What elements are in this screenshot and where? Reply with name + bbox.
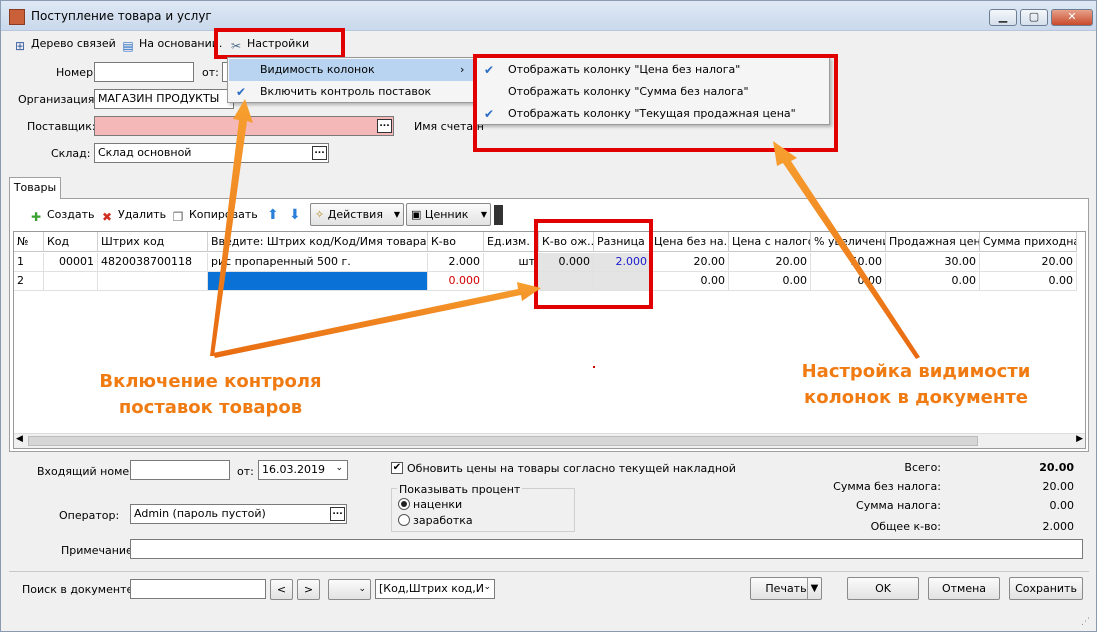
date-picker[interactable]: 16.03.2019 ⌄ [258,460,348,480]
annotation-supply-control: Включение контроля поставок товаров [93,369,328,421]
stray-dot [593,366,595,368]
markup-radio[interactable] [398,498,410,510]
profit-radio[interactable] [398,514,410,526]
search-field-value: [Код,Штрих код,И [379,582,484,595]
print-dropdown-icon[interactable]: ▼ [807,578,821,599]
radio-dot [401,501,407,507]
percent-group-label: Показывать процент [397,483,523,496]
chevron-down-icon: ⌄ [335,463,343,473]
operator-browse-button[interactable]: ... [330,507,345,521]
annotation-column-visibility-text: Настройка видимости колонок в документе [801,361,1031,408]
incoming-number-label: Входящий номер: [37,465,140,478]
total-label: Всего: [904,461,941,474]
footer-from-label: от: [237,465,254,478]
sum-no-tax-value: 20.00 [1042,480,1075,493]
annotation-supply-control-text: Включение контроля поставок товаров [99,371,322,418]
markup-label: наценки [413,498,463,511]
window: Поступление товара и услуг ▁ ▢ ✕ ⊞ Дерево… [0,0,1097,632]
resize-grip-icon[interactable]: ⋰ [1081,617,1090,627]
arrow-to-menu [210,99,253,356]
save-button[interactable]: Сохранить [1009,577,1083,600]
ok-button[interactable]: OK [847,577,919,600]
incoming-number-input[interactable] [130,460,230,480]
update-prices-label: Обновить цены на товары согласно текущей… [407,462,736,475]
chevron-down-icon: ⌄ [358,584,366,594]
arrow-to-submenu [773,141,920,359]
update-prices-checkbox[interactable]: ✔ [391,462,403,474]
search-input[interactable] [130,579,266,599]
tax-sum-label: Сумма налога: [856,499,941,512]
search-field-select[interactable]: [Код,Штрих код,И ⌄ [375,579,495,599]
next-button[interactable]: > [297,579,320,600]
date-value: 16.03.2019 [262,463,325,476]
sum-no-tax-label: Сумма без налога: [833,480,941,493]
print-label: Печать [765,582,807,595]
tax-sum-value: 0.00 [1049,499,1075,512]
note-label: Примечание: [61,544,137,557]
operator-input[interactable]: Admin (пароль пустой) [130,504,347,524]
note-input[interactable] [130,539,1083,559]
operator-label: Оператор: [59,509,120,522]
search-mode-select[interactable]: ⌄ [328,579,371,600]
total-value: 20.00 [1039,461,1074,474]
chevron-down-icon: ⌄ [483,582,491,592]
arrow-to-columns [213,282,541,358]
profit-label: заработка [413,514,473,527]
prev-button[interactable]: < [270,579,293,600]
cancel-button[interactable]: Отмена [928,577,1000,600]
total-qty-value: 2.000 [1042,520,1075,533]
total-qty-label: Общее к-во: [870,520,941,533]
annotation-column-visibility: Настройка видимости колонок в документе [796,359,1036,411]
divider [9,571,1089,572]
search-label: Поиск в документе: [22,583,137,596]
